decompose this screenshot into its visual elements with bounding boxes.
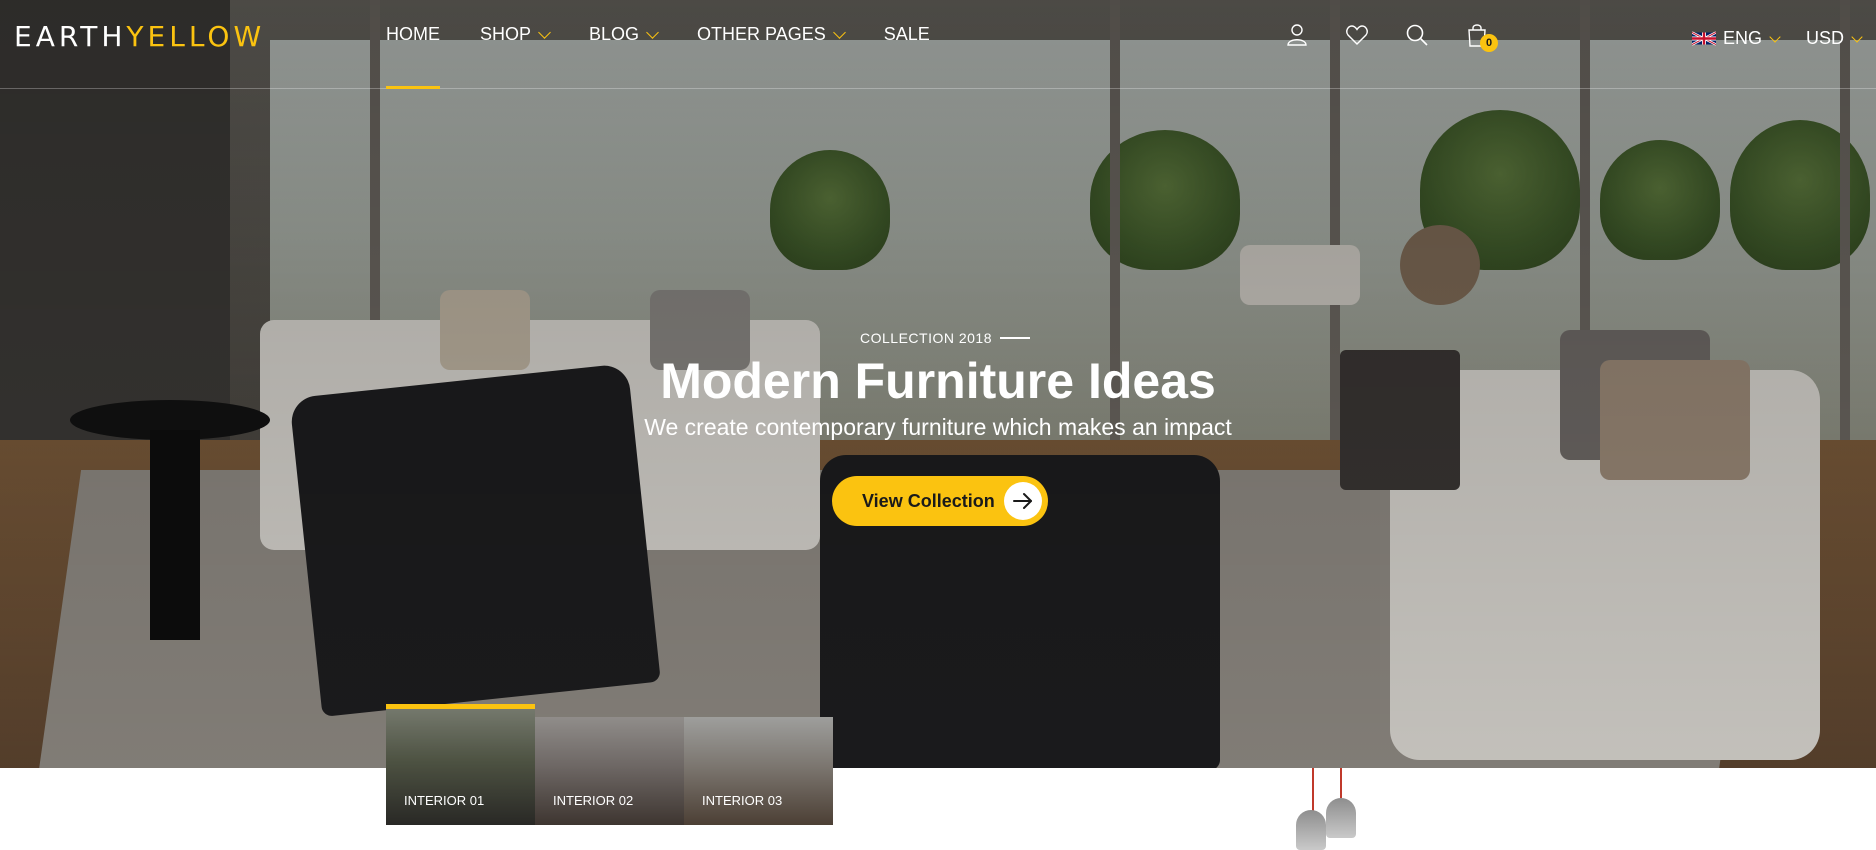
language-label: ENG	[1723, 28, 1763, 48]
nav-item-shop[interactable]: SHOP	[480, 0, 551, 89]
nav-item-label: SALE	[883, 24, 930, 44]
thumbnail-label: INTERIOR 01	[404, 793, 485, 808]
hero-subtitle: We create contemporary furniture which m…	[644, 414, 1232, 440]
brand-logo-part1: EARTH	[14, 20, 127, 53]
chevron-down-icon	[832, 26, 846, 39]
cart-count-badge: 0	[1480, 34, 1498, 52]
nav-item-label: OTHER PAGES	[697, 24, 826, 44]
nav-item-other-pages[interactable]: OTHER PAGES	[697, 0, 846, 89]
pendant-lamp-image	[1296, 810, 1326, 850]
uk-flag-icon	[1692, 31, 1716, 46]
thumbnail-label: INTERIOR 03	[702, 793, 783, 808]
thumbnail-interior-03[interactable]: INTERIOR 03	[684, 717, 833, 825]
thumbnail-interior-01[interactable]: INTERIOR 01	[386, 704, 535, 825]
chevron-down-icon	[1769, 30, 1781, 43]
nav-item-home[interactable]: HOME	[386, 0, 440, 89]
nav-item-label: SHOP	[480, 24, 532, 44]
nav-item-label: BLOG	[589, 24, 640, 44]
nav-item-label: HOME	[386, 24, 440, 44]
nav-item-sale[interactable]: SALE	[884, 0, 930, 89]
user-icon	[1287, 24, 1307, 46]
arrow-right-icon	[1004, 482, 1042, 520]
cart-button[interactable]: 0	[1464, 22, 1498, 52]
heart-icon	[1346, 25, 1368, 45]
thumbnail-overlay	[535, 717, 684, 825]
brand-logo-part2: YELLOW	[126, 20, 266, 53]
lamp-cord	[1340, 768, 1342, 798]
search-icon	[1406, 24, 1428, 46]
slider-thumbnails: INTERIOR 01 INTERIOR 02 INTERIOR 03	[386, 704, 833, 825]
lamp-cord	[1312, 768, 1314, 814]
view-collection-button[interactable]: View Collection	[832, 476, 1048, 526]
thumbnail-interior-02[interactable]: INTERIOR 02	[535, 717, 684, 825]
brand-logo[interactable]: EARTHYELLOW	[14, 20, 265, 53]
search-button[interactable]	[1404, 22, 1430, 48]
eyebrow-divider	[1000, 337, 1030, 339]
wishlist-button[interactable]	[1344, 22, 1370, 48]
main-nav: HOME SHOP BLOG OTHER PAGES SALE	[386, 0, 970, 89]
thumbnail-overlay	[684, 717, 833, 825]
view-collection-label: View Collection	[862, 490, 995, 511]
currency-selector[interactable]: USD	[1806, 28, 1863, 49]
chevron-down-icon	[538, 26, 551, 39]
hero-eyebrow-text: COLLECTION 2018	[860, 330, 992, 346]
nav-item-blog[interactable]: BLOG	[589, 0, 659, 89]
currency-label: USD	[1806, 28, 1845, 48]
hero-eyebrow: COLLECTION 2018	[860, 330, 1030, 346]
language-selector[interactable]: ENG	[1692, 28, 1781, 49]
header-icons: 0	[1284, 22, 1524, 52]
pendant-lamp-image	[1326, 798, 1356, 838]
site-header: EARTHYELLOW HOME SHOP BLOG OTHER PAGES S…	[0, 0, 1876, 89]
chevron-down-icon	[1851, 30, 1863, 43]
chevron-down-icon	[646, 26, 659, 39]
account-button[interactable]	[1284, 22, 1310, 48]
hero-title: Modern Furniture Ideas	[660, 353, 1216, 409]
hero-slider: EARTHYELLOW HOME SHOP BLOG OTHER PAGES S…	[0, 0, 1876, 768]
thumbnail-label: INTERIOR 02	[553, 793, 634, 808]
